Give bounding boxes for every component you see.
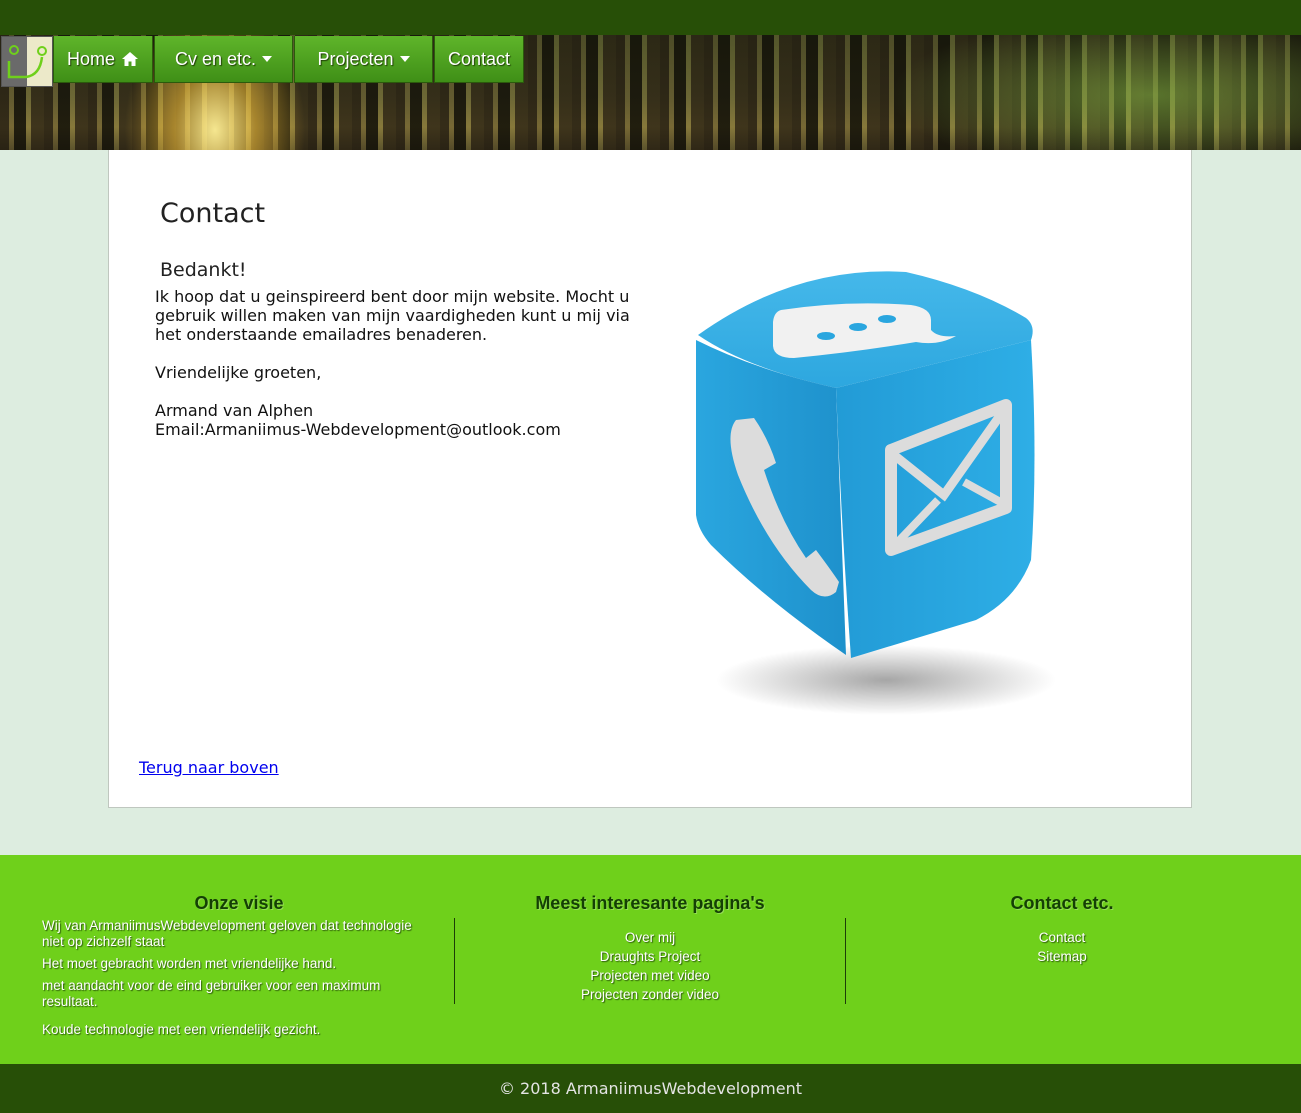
caret-down-icon xyxy=(262,56,273,62)
main-nav: Home Cv en etc. Projecten Contact xyxy=(53,36,525,84)
footer-pages-title: Meest interesante pagina's xyxy=(535,893,765,913)
nav-item-contact[interactable]: Contact xyxy=(434,36,524,83)
contact-cube-image xyxy=(696,271,1056,715)
footer-link-zonder-video[interactable]: Projecten zonder video xyxy=(455,985,845,1004)
vision-line: Koude technologie met een vriendelijk ge… xyxy=(42,1022,321,1037)
footer-vision-text: Wij van ArmaniimusWebdevelopment geloven… xyxy=(42,918,437,1038)
copyright-bar: © 2018 ArmaniimusWebdevelopment xyxy=(0,1064,1301,1113)
home-icon xyxy=(122,52,138,66)
footer-contact-links: Contact Sitemap xyxy=(846,928,1278,966)
nav-label: Home xyxy=(66,48,115,69)
nav-label: Contact xyxy=(447,48,511,69)
author-name: Armand van Alphen xyxy=(155,401,314,420)
vision-line: Het moet gebracht worden met vriendelijk… xyxy=(42,956,337,971)
footer-link-over-mij[interactable]: Over mij xyxy=(455,928,845,947)
nav-label: Cv en etc. xyxy=(174,48,257,69)
nav-item-cv[interactable]: Cv en etc. xyxy=(154,36,293,83)
vision-line: Wij van ArmaniimusWebdevelopment geloven… xyxy=(42,918,412,949)
footer-pages-links: Over mij Draughts Project Projecten met … xyxy=(455,928,845,1004)
greeting: Vriendelijke groeten, xyxy=(155,363,322,382)
nav-label: Projecten xyxy=(317,48,394,69)
back-to-top-link[interactable]: Terug naar boven xyxy=(139,758,279,777)
email-address[interactable]: Email:Armaniimus-Webdevelopment@outlook.… xyxy=(155,420,635,439)
top-bar xyxy=(0,0,1301,35)
nav-item-projecten[interactable]: Projecten xyxy=(294,36,433,83)
site-footer: Onze visie Wij van ArmaniimusWebdevelopm… xyxy=(0,855,1301,1064)
footer-contact-title: Contact etc. xyxy=(1010,893,1114,913)
footer-link-draughts[interactable]: Draughts Project xyxy=(455,947,845,966)
page-title: Contact xyxy=(160,198,266,229)
logo-icon xyxy=(7,45,47,79)
footer-link-sitemap[interactable]: Sitemap xyxy=(846,947,1278,966)
thanks-heading: Bedankt! xyxy=(160,259,247,281)
intro-paragraph: Ik hoop dat u geinspireerd bent door mij… xyxy=(155,287,630,344)
footer-vision-title: Onze visie xyxy=(194,893,284,913)
vision-line: met aandacht voor de eind gebruiker voor… xyxy=(42,978,381,1009)
nav-item-home[interactable]: Home xyxy=(53,36,153,83)
caret-down-icon xyxy=(399,56,410,62)
site-logo[interactable] xyxy=(1,36,53,87)
contact-text: Ik hoop dat u geinspireerd bent door mij… xyxy=(155,287,635,439)
footer-link-met-video[interactable]: Projecten met video xyxy=(455,966,845,985)
content-panel: Contact Bedankt! Ik hoop dat u geinspire… xyxy=(108,150,1192,808)
footer-link-contact[interactable]: Contact xyxy=(846,928,1278,947)
